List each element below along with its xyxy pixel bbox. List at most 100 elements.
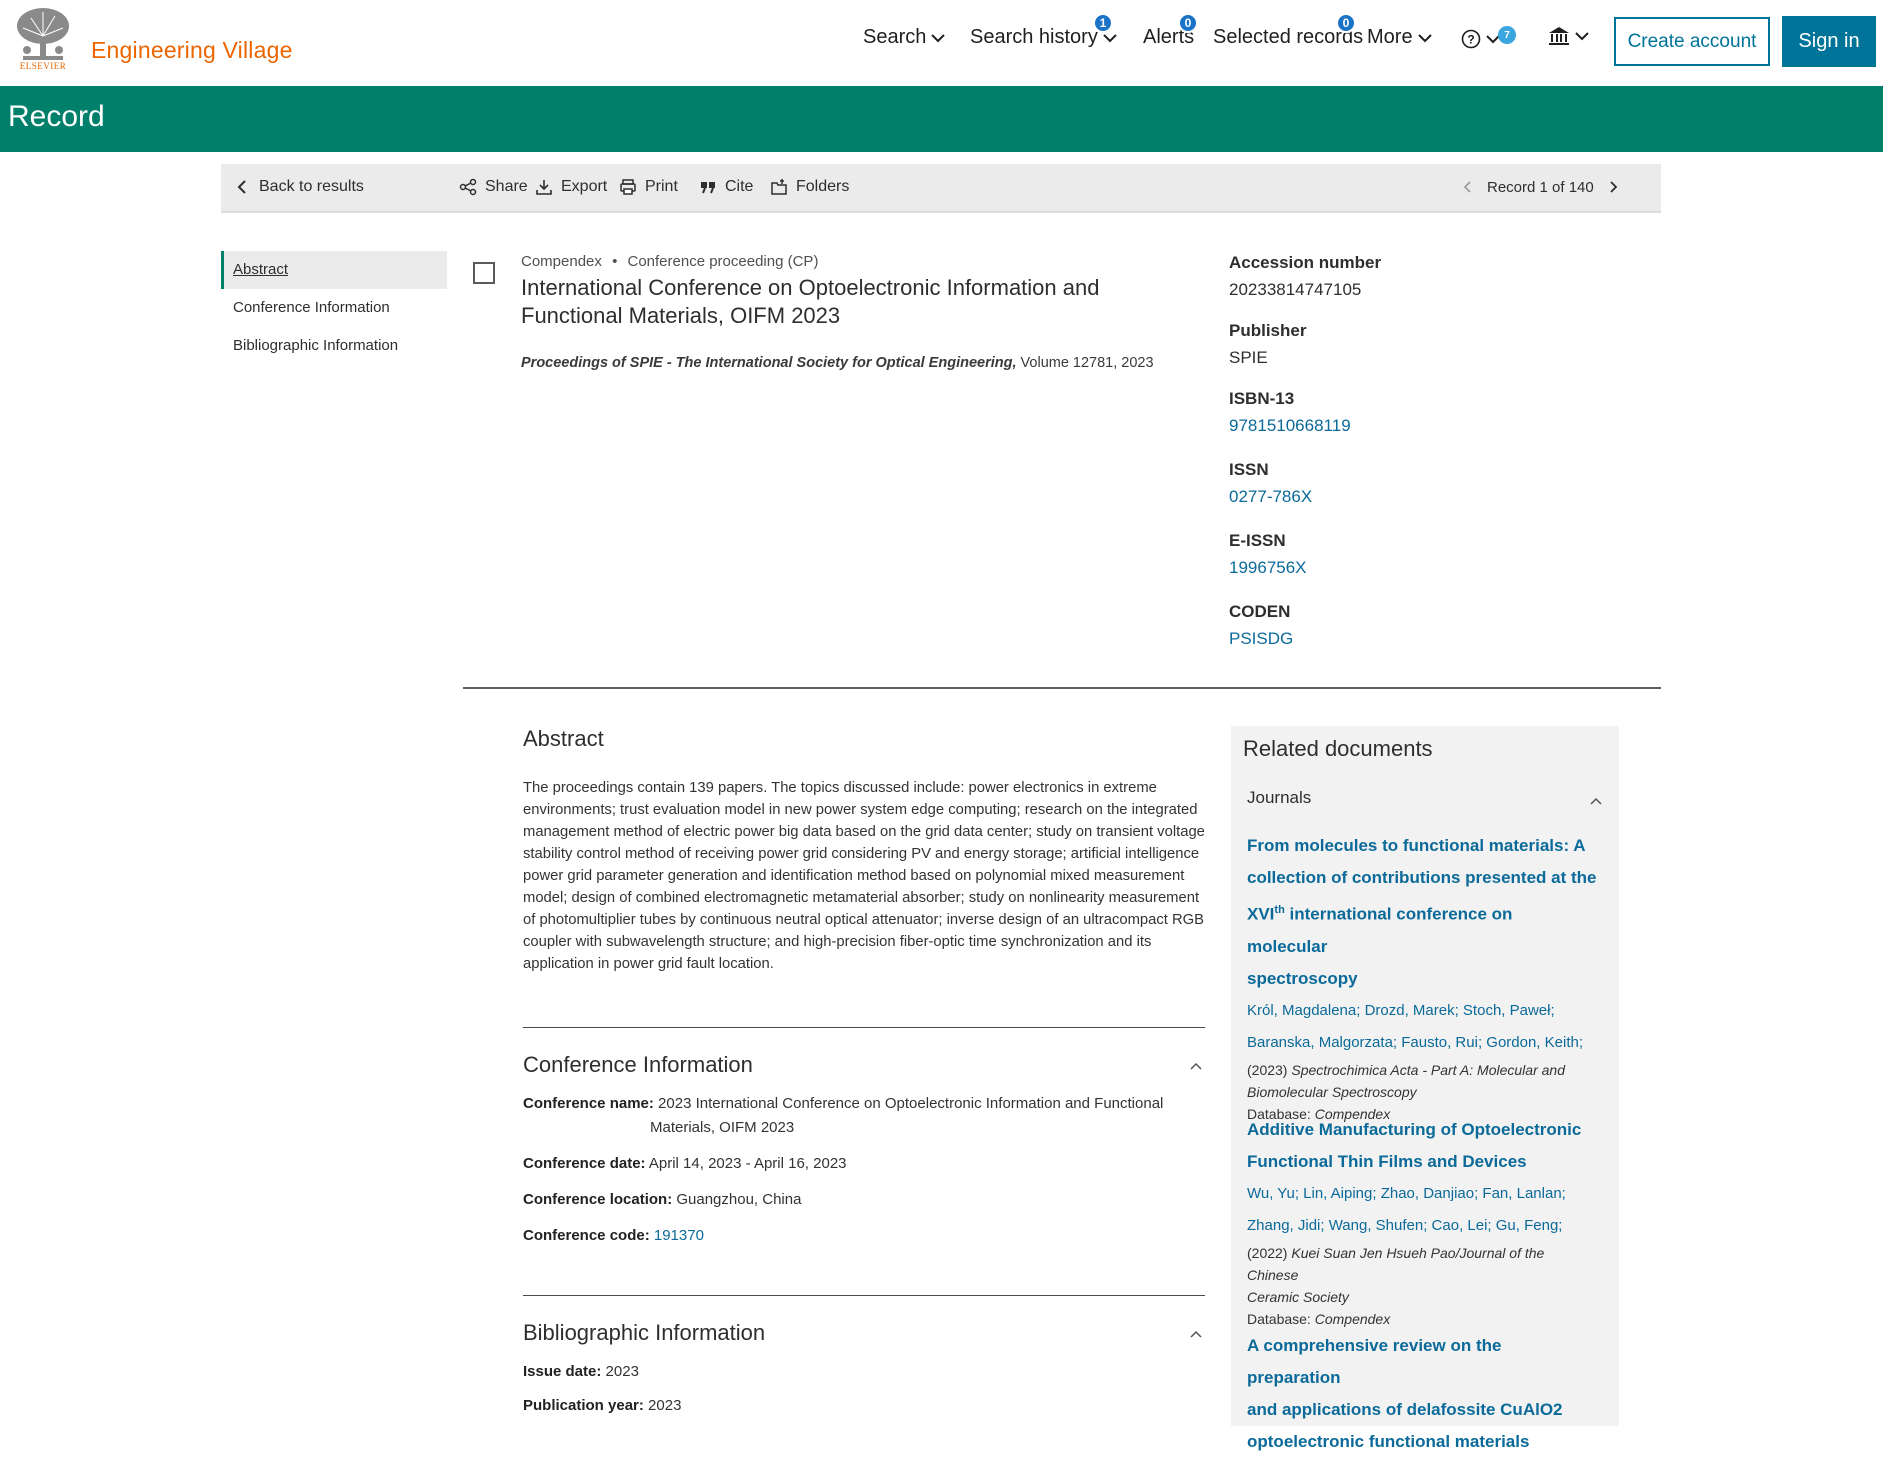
meta-accession: Accession number 20233814747105 xyxy=(1229,253,1579,300)
print-icon xyxy=(620,179,636,195)
logo-text: ELSEVIER xyxy=(19,61,67,71)
export-button[interactable]: Export xyxy=(535,178,607,196)
export-label: Export xyxy=(561,178,608,195)
meta-label: ISSN xyxy=(1229,460,1269,479)
chevron-left-icon[interactable] xyxy=(1459,178,1477,196)
related-doc-title[interactable]: A comprehensive review on the preparatio… xyxy=(1247,1330,1597,1458)
meta-coden: CODEN PSISDG xyxy=(1229,602,1579,649)
help-badge: 7 xyxy=(1498,26,1516,44)
authors-line: Wu, Yu; Lin, Aiping; Zhao, Danjiao; Fan,… xyxy=(1247,1185,1566,1202)
conference-code-link[interactable]: 191370 xyxy=(654,1227,704,1244)
record-toolbar: Back to results Share Export Print Cite … xyxy=(221,164,1661,213)
bullet-separator: • xyxy=(612,253,618,270)
related-doc-source: (2022) Kuei Suan Jen Hsueh Pao/Journal o… xyxy=(1247,1242,1597,1330)
title-line: optoelectronic functional materials xyxy=(1247,1432,1530,1451)
help-icon: ? xyxy=(1461,29,1481,49)
source-line: Ceramic Society xyxy=(1247,1286,1597,1308)
sign-in-button[interactable]: Sign in xyxy=(1782,16,1876,67)
back-to-results-link[interactable]: Back to results xyxy=(233,178,364,196)
record-citation: Proceedings of SPIE - The International … xyxy=(521,355,1154,371)
related-doc-title[interactable]: From molecules to functional materials: … xyxy=(1247,830,1597,995)
issn-link[interactable]: 0277-786X xyxy=(1229,487,1579,507)
brand-name[interactable]: Engineering Village xyxy=(91,37,293,64)
nav-more[interactable]: More xyxy=(1367,26,1433,49)
related-doc: From molecules to functional materials: … xyxy=(1247,830,1597,1125)
institution-menu[interactable] xyxy=(1548,26,1590,46)
chevron-up-icon[interactable] xyxy=(1589,796,1603,806)
title-sup: th xyxy=(1274,904,1285,916)
related-documents-heading: Related documents xyxy=(1243,736,1433,761)
meta-publisher: Publisher SPIE xyxy=(1229,321,1579,368)
coden-link[interactable]: PSISDG xyxy=(1229,629,1579,649)
database-name: Compendex xyxy=(521,253,602,270)
issue-date-row: Issue date: 2023 xyxy=(523,1360,639,1384)
chevron-up-icon[interactable] xyxy=(1189,1329,1203,1339)
source-line: (2023) Spectrochimica Acta - Part A: Mol… xyxy=(1247,1059,1597,1081)
bibliographic-heading: Bibliographic Information xyxy=(523,1320,766,1345)
record-title: International Conference on Optoelectron… xyxy=(521,275,1100,328)
conference-location-row: Conference location: Guangzhou, China xyxy=(523,1188,801,1212)
search-history-badge: 1 xyxy=(1093,13,1113,33)
title-line: collection of contributions presented at… xyxy=(1247,868,1597,887)
document-type: Conference proceeding (CP) xyxy=(627,253,819,270)
title-part: international conference on molecular xyxy=(1247,904,1513,956)
page-title: Record xyxy=(8,100,105,133)
quote-icon xyxy=(701,182,715,194)
title-line: Functional Thin Films and Devices xyxy=(1247,1152,1527,1171)
publication-year-row: Publication year: 2023 xyxy=(523,1394,681,1418)
chevron-up-icon[interactable] xyxy=(1189,1061,1203,1071)
help-menu[interactable]: ? xyxy=(1461,29,1501,49)
source-title: Kuei Suan Jen Hsueh Pao/Journal of the C… xyxy=(1247,1245,1545,1283)
conference-name-row: Conference name: 2023 International Conf… xyxy=(523,1092,1163,1116)
meta-value: 20233814747105 xyxy=(1229,280,1362,299)
chevron-right-icon[interactable] xyxy=(1604,178,1622,196)
conference-heading: Conference Information xyxy=(523,1052,753,1077)
database-name: Compendex xyxy=(1314,1311,1391,1327)
share-button[interactable]: Share xyxy=(459,178,528,196)
svg-text:?: ? xyxy=(1467,33,1474,47)
select-record-checkbox[interactable] xyxy=(473,262,495,284)
related-doc-authors[interactable]: Wu, Yu; Lin, Aiping; Zhao, Danjiao; Fan,… xyxy=(1247,1178,1597,1242)
section-rule xyxy=(523,1295,1205,1296)
meta-isbn: ISBN-13 9781510668119 xyxy=(1229,389,1579,436)
abstract-heading: Abstract xyxy=(523,726,604,751)
selected-records-badge: 0 xyxy=(1336,13,1356,33)
title-line: A comprehensive review on the preparatio… xyxy=(1247,1336,1502,1387)
folders-button[interactable]: Folders xyxy=(770,178,849,196)
related-doc: Additive Manufacturing of Optoelectronic… xyxy=(1247,1114,1597,1330)
related-documents-panel: Related documents Journals From molecule… xyxy=(1231,726,1619,1451)
source-title: Ceramic Society xyxy=(1247,1289,1349,1305)
print-button[interactable]: Print xyxy=(619,178,678,196)
volume-year: Volume 12781, 2023 xyxy=(1020,355,1154,371)
conference-code-row: Conference code: 191370 xyxy=(523,1224,704,1248)
leftnav-bibliographic-information[interactable]: Bibliographic Information xyxy=(221,327,447,365)
field-label: Conference code: xyxy=(523,1227,650,1244)
authors-line: Baranska, Malgorzata; Fausto, Rui; Gordo… xyxy=(1247,1033,1583,1051)
abstract-text: The proceedings contain 139 papers. The … xyxy=(523,780,1205,972)
chevron-down-icon xyxy=(1103,33,1117,42)
authors-line: Zhang, Jidi; Wang, Shufen; Cao, Lei; Gu,… xyxy=(1247,1217,1563,1234)
journals-toggle[interactable]: Journals xyxy=(1247,788,1311,808)
meta-label: CODEN xyxy=(1229,602,1291,621)
create-account-button[interactable]: Create account xyxy=(1614,17,1770,66)
eissn-link[interactable]: 1996756X xyxy=(1229,558,1579,578)
issue-date: 2023 xyxy=(605,1363,639,1380)
nav-search-history-label: Search history xyxy=(970,26,1098,48)
isbn-link[interactable]: 9781510668119 xyxy=(1229,416,1579,436)
related-doc-title[interactable]: Additive Manufacturing of Optoelectronic… xyxy=(1247,1114,1597,1178)
leftnav-conference-information[interactable]: Conference Information xyxy=(221,289,447,327)
field-label: Issue date: xyxy=(523,1363,602,1380)
section-divider xyxy=(463,687,1661,689)
cite-button[interactable]: Cite xyxy=(699,178,753,196)
meta-label: Publisher xyxy=(1229,321,1307,340)
record-section-nav: Abstract Conference Information Bibliogr… xyxy=(221,251,447,365)
nav-search[interactable]: Search xyxy=(863,26,946,49)
meta-eissn: E-ISSN 1996756X xyxy=(1229,531,1579,578)
publication-year: 2023 xyxy=(648,1397,682,1414)
meta-issn: ISSN 0277-786X xyxy=(1229,460,1579,507)
elsevier-logo[interactable]: ELSEVIER xyxy=(13,6,73,72)
leftnav-abstract[interactable]: Abstract xyxy=(221,251,447,289)
related-doc-authors[interactable]: Król, Magdalena; Drozd, Marek; Stoch, Pa… xyxy=(1247,995,1597,1059)
title-line: spectroscopy xyxy=(1247,968,1358,988)
title-line: From molecules to functional materials: … xyxy=(1247,836,1586,855)
